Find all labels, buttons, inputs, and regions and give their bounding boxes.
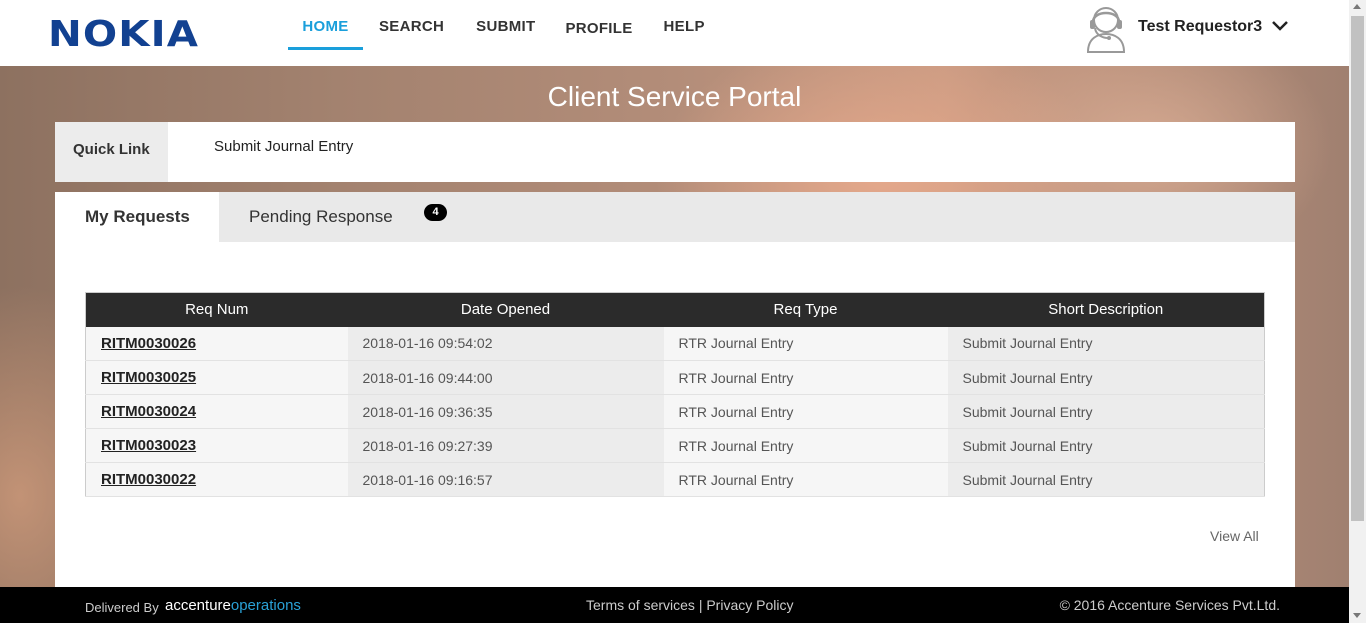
pending-count-badge: 4 — [424, 204, 447, 221]
top-header: NOKIA HOME SEARCH SUBMIT PROFILE HELP Te… — [0, 0, 1349, 66]
req-num-cell: RITM0030023 — [85, 428, 348, 463]
date-opened-cell: 2018-01-16 09:36:35 — [347, 394, 664, 429]
page-scrollbar[interactable] — [1349, 0, 1366, 623]
nav-search[interactable]: SEARCH — [379, 0, 444, 50]
copyright-text: © 2016 Accenture Services Pvt.Ltd. — [1059, 597, 1280, 613]
req-num-link[interactable]: RITM0030022 — [101, 471, 196, 488]
user-avatar-icon — [1086, 7, 1126, 53]
req-type-cell: RTR Journal Entry — [663, 326, 948, 361]
requests-panel: My Requests Pending Response 4 Req Num D… — [55, 192, 1295, 587]
delivered-by-label: Delivered By — [85, 600, 159, 615]
table-row: RITM0030024 2018-01-16 09:36:35 RTR Jour… — [85, 394, 1265, 429]
footer-separator: | — [698, 597, 703, 613]
nav-home[interactable]: HOME — [288, 0, 363, 50]
scroll-up-arrow-icon[interactable] — [1353, 4, 1361, 9]
table-row: RITM0030025 2018-01-16 09:44:00 RTR Jour… — [85, 360, 1265, 395]
req-num-cell: RITM0030026 — [85, 326, 348, 361]
page-title: Client Service Portal — [547, 81, 802, 112]
nav-help[interactable]: HELP — [664, 0, 705, 50]
quick-link-label: Quick Link — [55, 122, 168, 182]
req-num-link[interactable]: RITM0030026 — [101, 335, 196, 352]
privacy-policy-link[interactable]: Privacy Policy — [706, 597, 793, 613]
short-description-cell: Submit Journal Entry — [947, 428, 1265, 463]
req-num-cell: RITM0030022 — [85, 462, 348, 497]
req-num-cell: RITM0030025 — [85, 360, 348, 395]
short-description-cell: Submit Journal Entry — [947, 360, 1265, 395]
accenture-operations-logo: accentureoperations — [165, 597, 301, 614]
date-opened-cell: 2018-01-16 09:16:57 — [347, 462, 664, 497]
tab-pending-response[interactable]: Pending Response — [249, 192, 393, 242]
req-num-cell: RITM0030024 — [85, 394, 348, 429]
view-all-link[interactable]: View All — [1210, 528, 1259, 544]
chevron-down-icon[interactable] — [1270, 18, 1290, 34]
column-header-short-description[interactable]: Short Description — [948, 293, 1265, 327]
tab-bar: My Requests Pending Response 4 — [55, 192, 1295, 242]
req-num-link[interactable]: RITM0030023 — [101, 437, 196, 454]
quick-link-bar: Quick Link Submit Journal Entry — [55, 122, 1295, 182]
date-opened-cell: 2018-01-16 09:27:39 — [347, 428, 664, 463]
user-name: Test Requestor3 — [1138, 18, 1263, 35]
column-header-req-type[interactable]: Req Type — [664, 293, 948, 327]
footer-links: Terms of services | Privacy Policy — [586, 597, 793, 613]
req-num-link[interactable]: RITM0030025 — [101, 369, 196, 386]
requests-table: Req Num Date Opened Req Type Short Descr… — [85, 292, 1265, 497]
column-header-date-opened[interactable]: Date Opened — [348, 293, 664, 327]
table-row: RITM0030026 2018-01-16 09:54:02 RTR Jour… — [85, 326, 1265, 361]
req-type-cell: RTR Journal Entry — [663, 462, 948, 497]
short-description-cell: Submit Journal Entry — [947, 462, 1265, 497]
scroll-down-arrow-icon[interactable] — [1353, 613, 1361, 618]
table-row: RITM0030023 2018-01-16 09:27:39 RTR Jour… — [85, 428, 1265, 463]
nav-submit[interactable]: SUBMIT — [476, 0, 535, 50]
tab-my-requests[interactable]: My Requests — [55, 192, 219, 242]
req-type-cell: RTR Journal Entry — [663, 394, 948, 429]
date-opened-cell: 2018-01-16 09:54:02 — [347, 326, 664, 361]
short-description-cell: Submit Journal Entry — [947, 394, 1265, 429]
req-num-link[interactable]: RITM0030024 — [101, 403, 196, 420]
req-type-cell: RTR Journal Entry — [663, 428, 948, 463]
terms-of-services-link[interactable]: Terms of services — [586, 597, 695, 613]
table-header-row: Req Num Date Opened Req Type Short Descr… — [85, 292, 1265, 327]
nokia-logo[interactable]: NOKIA — [48, 14, 199, 55]
user-menu[interactable]: Test Requestor3 — [1084, 2, 1290, 54]
main-nav: HOME SEARCH SUBMIT PROFILE HELP — [288, 0, 705, 66]
column-header-req-num[interactable]: Req Num — [86, 293, 348, 327]
quick-link-submit-journal-entry[interactable]: Submit Journal Entry — [214, 138, 353, 155]
date-opened-cell: 2018-01-16 09:44:00 — [347, 360, 664, 395]
footer: Delivered By accentureoperations Terms o… — [0, 587, 1349, 623]
short-description-cell: Submit Journal Entry — [947, 326, 1265, 361]
req-type-cell: RTR Journal Entry — [663, 360, 948, 395]
nav-profile[interactable]: PROFILE — [565, 0, 632, 50]
table-row: RITM0030022 2018-01-16 09:16:57 RTR Jour… — [85, 462, 1265, 497]
scrollbar-thumb[interactable] — [1351, 16, 1364, 521]
